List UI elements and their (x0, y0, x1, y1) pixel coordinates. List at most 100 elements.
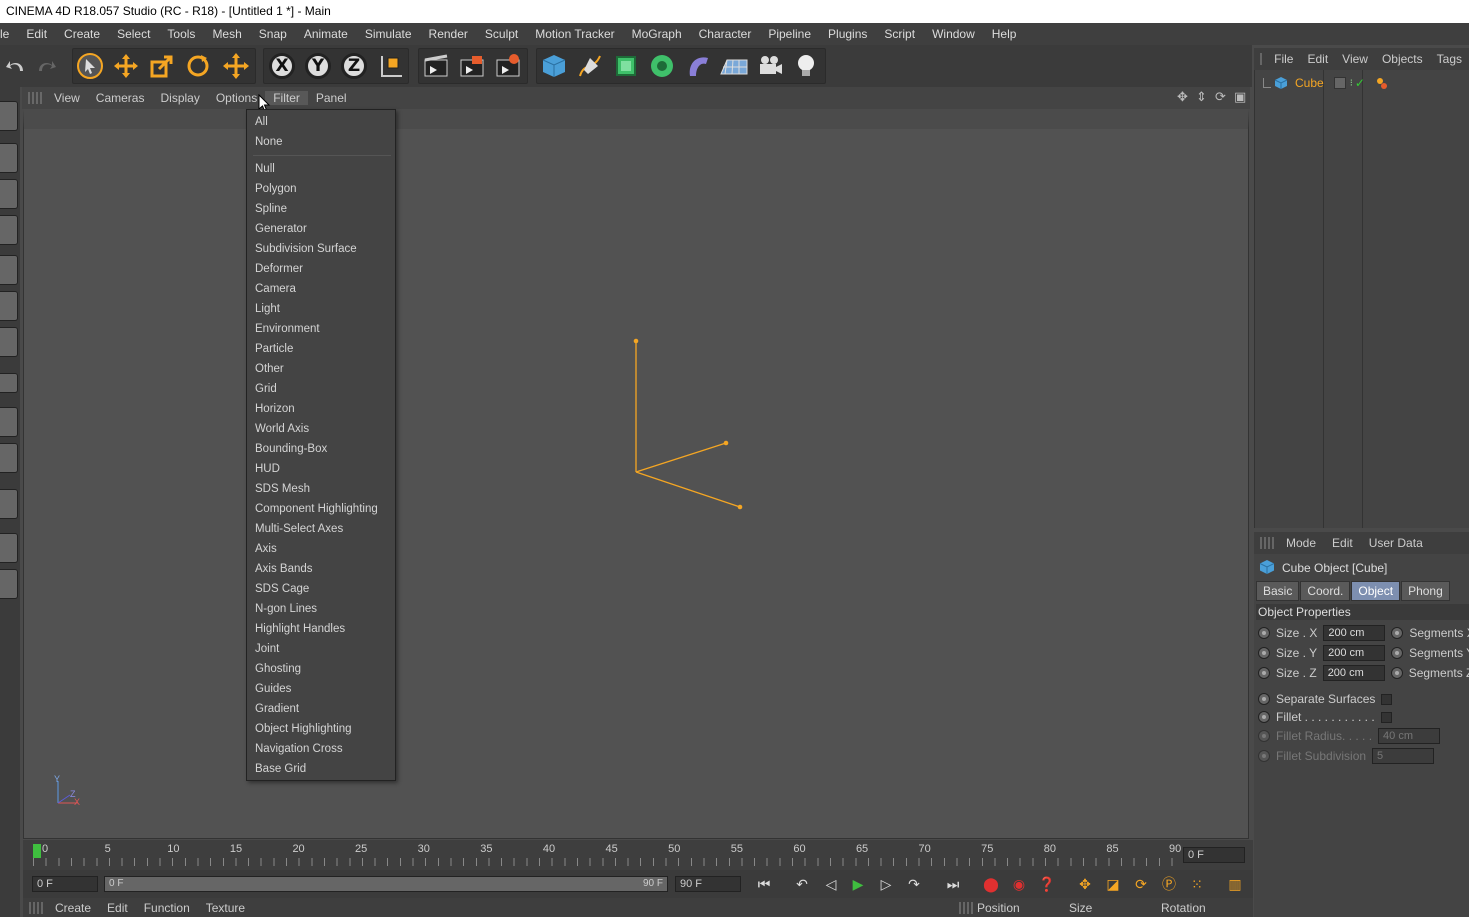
locked-workplane-button[interactable] (0, 569, 18, 599)
render-settings-button[interactable] (492, 49, 524, 82)
go-to-start-button[interactable]: ⏮ (752, 873, 776, 895)
add-cube-button[interactable] (538, 49, 570, 82)
panel-grip-icon[interactable] (1260, 537, 1274, 549)
filter-polygon[interactable]: Polygon (255, 179, 297, 199)
panel-grip-icon[interactable] (29, 901, 43, 914)
filter-hud[interactable]: HUD (255, 459, 280, 479)
menu-tools[interactable]: Tools (158, 27, 203, 41)
menu-pipeline[interactable]: Pipeline (759, 27, 819, 41)
orbit-icon[interactable]: ⟳ (1207, 90, 1226, 104)
menu-animate[interactable]: Animate (295, 27, 356, 41)
time-range-slider[interactable]: 0 F 90 F (104, 876, 668, 892)
menu-motion-tracker[interactable]: Motion Tracker (526, 27, 622, 41)
filter-subdivision-surface[interactable]: Subdivision Surface (255, 239, 357, 259)
am-menu-edit[interactable]: Edit (1324, 536, 1361, 550)
menu-plugins[interactable]: Plugins (819, 27, 875, 41)
filter-base-grid[interactable]: Base Grid (255, 759, 306, 779)
make-editable-button[interactable] (0, 101, 18, 131)
layer-icon[interactable] (1333, 77, 1346, 89)
filter-highlight-handles[interactable]: Highlight Handles (255, 619, 345, 639)
menu-help[interactable]: Help (983, 27, 1025, 41)
tweak-mode-button[interactable] (0, 407, 18, 437)
add-spline-pen-button[interactable] (574, 49, 606, 82)
menu-render[interactable]: Render (420, 27, 476, 41)
filter-horizon[interactable]: Horizon (255, 399, 295, 419)
om-menu-view[interactable]: View (1335, 52, 1375, 66)
previous-frame-button[interactable]: ◁ (819, 873, 843, 895)
3d-viewport[interactable]: Y X Z (23, 109, 1249, 839)
panel-grip-icon[interactable] (959, 901, 973, 914)
menu-window[interactable]: Window (923, 27, 983, 41)
tab-basic[interactable]: Basic (1256, 581, 1300, 601)
menu-snap[interactable]: Snap (250, 27, 295, 41)
filter-axis[interactable]: Axis (255, 539, 277, 559)
filter-world-axis[interactable]: World Axis (255, 419, 309, 439)
animate-toggle-icon[interactable] (1391, 647, 1404, 659)
render-picture-viewer-button[interactable] (456, 49, 488, 82)
filter-bounding-box[interactable]: Bounding-Box (255, 439, 327, 459)
menu-select[interactable]: Select (108, 27, 158, 41)
record-position-button[interactable]: ✥ (1073, 873, 1097, 895)
size-x-input[interactable]: 200 cm (1323, 625, 1386, 641)
menu-script[interactable]: Script (875, 27, 923, 41)
filter-spline[interactable]: Spline (255, 199, 287, 219)
redo-button[interactable] (30, 49, 62, 82)
filter-camera[interactable]: Camera (255, 279, 296, 299)
size-z-input[interactable]: 200 cm (1322, 665, 1385, 681)
maximize-icon[interactable]: ▣ (1226, 90, 1246, 104)
om-menu-objects[interactable]: Objects (1375, 52, 1430, 66)
filter-light[interactable]: Light (255, 299, 280, 319)
filter-joint[interactable]: Joint (255, 639, 279, 659)
x-axis-button[interactable]: X (266, 49, 298, 82)
viewport-menu-panel[interactable]: Panel (308, 91, 355, 105)
filter-grid[interactable]: Grid (255, 379, 277, 399)
texture-mode-button[interactable] (0, 179, 18, 209)
y-axis-button[interactable]: Y (302, 49, 334, 82)
edges-mode-button[interactable] (0, 291, 18, 321)
filter-sds-cage[interactable]: SDS Cage (255, 579, 309, 599)
menu-mograph[interactable]: MoGraph (623, 27, 690, 41)
filter-navigation-cross[interactable]: Navigation Cross (255, 739, 343, 759)
record-scale-button[interactable]: ◪ (1101, 873, 1125, 895)
filter-deformer[interactable]: Deformer (255, 259, 303, 279)
animate-toggle-icon[interactable] (1258, 627, 1270, 639)
material-menu-create[interactable]: Create (47, 901, 99, 915)
record-point-level-button[interactable]: ⁙ (1185, 873, 1209, 895)
filter-particle[interactable]: Particle (255, 339, 293, 359)
menu-file[interactable]: le (0, 27, 17, 41)
phong-tag-icon[interactable] (1375, 76, 1389, 90)
om-menu-file[interactable]: File (1267, 52, 1300, 66)
points-mode-button[interactable] (0, 255, 18, 285)
timeline-ruler[interactable]: 0 F 0 5 10 15 20 25 30 35 40 45 50 55 60 65 70 75 80 85 90 (23, 840, 1253, 870)
polygons-mode-button[interactable] (0, 327, 18, 357)
menu-edit[interactable]: Edit (17, 27, 55, 41)
filter-axis-bands[interactable]: Axis Bands (255, 559, 313, 579)
dolly-icon[interactable]: ⇕ (1188, 90, 1207, 104)
material-menu-texture[interactable]: Texture (198, 901, 253, 915)
tab-object[interactable]: Object (1351, 581, 1401, 601)
current-frame-marker[interactable] (33, 844, 41, 858)
z-axis-button[interactable]: Z (338, 49, 370, 82)
size-y-input[interactable]: 200 cm (1323, 645, 1386, 661)
tab-coord[interactable]: Coord. (1300, 581, 1351, 601)
filter-other[interactable]: Other (255, 359, 284, 379)
scale-tool-button[interactable] (146, 49, 178, 82)
animate-toggle-icon[interactable] (1258, 647, 1270, 659)
recent-tool-button[interactable] (220, 49, 252, 82)
play-button[interactable]: ▶ (846, 873, 870, 895)
menu-simulate[interactable]: Simulate (356, 27, 420, 41)
filter-all[interactable]: All (255, 112, 268, 132)
filter-n-gon-lines[interactable]: N-gon Lines (255, 599, 317, 619)
om-menu-edit[interactable]: Edit (1300, 52, 1335, 66)
animate-toggle-icon[interactable] (1258, 667, 1270, 679)
workplane-mode-button[interactable] (0, 215, 18, 245)
viewport-menu-display[interactable]: Display (152, 91, 207, 105)
max-time-field[interactable]: 90 F (675, 876, 741, 892)
visibility-dots-icon[interactable]: ⁝ (1350, 78, 1353, 89)
go-to-end-button[interactable]: ⏭ (941, 873, 965, 895)
panel-grip-icon[interactable] (28, 92, 42, 104)
viewport-menu-view[interactable]: View (46, 91, 88, 105)
filter-component-highlighting[interactable]: Component Highlighting (255, 499, 378, 519)
separate-surfaces-checkbox[interactable] (1381, 693, 1393, 705)
panel-grip-icon[interactable] (1260, 53, 1264, 65)
